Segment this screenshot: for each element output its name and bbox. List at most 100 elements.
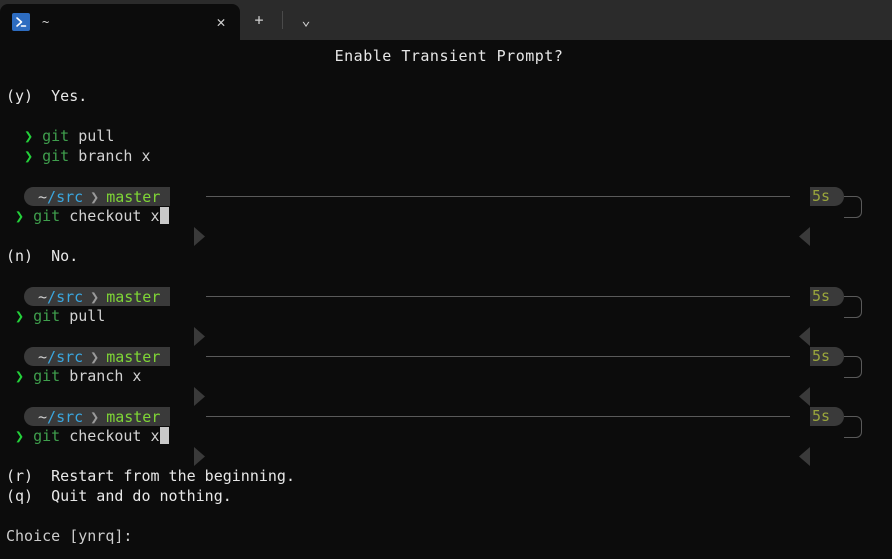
git-branch-label: master: [106, 287, 161, 306]
active-command-line[interactable]: ❯ git checkout x: [0, 426, 892, 446]
option-restart: (r) Restart from the beginning.: [0, 466, 892, 486]
powerline-connector-line: [206, 296, 790, 297]
powerline-connector-line: [206, 196, 790, 197]
option-quit: (q) Quit and do nothing.: [0, 486, 892, 506]
powerline-left-tail-icon: [194, 347, 206, 406]
command-line: ❯ git pull: [0, 306, 892, 326]
command-args: pull: [78, 127, 115, 145]
path-separator: /: [47, 407, 57, 426]
powerline-connector-line: [206, 356, 790, 357]
window-titlebar: ~ ✕ + ⌄: [0, 0, 892, 40]
transient-command-line: ❯ git pull: [0, 126, 892, 146]
path-separator: /: [47, 347, 57, 366]
prompt-arrow-icon: ❯: [15, 367, 25, 385]
git-branch-label: master: [106, 347, 161, 366]
command-name: git: [33, 427, 61, 445]
prompt-arrow-icon: ❯: [15, 207, 25, 225]
powerline-right-segment: 5s: [798, 187, 844, 246]
command-name: git: [33, 307, 61, 325]
segment-separator-icon: ❯: [90, 287, 100, 306]
tabbar-actions: + ⌄: [240, 2, 321, 40]
powerline-left-segment: ~ / src ❯ master: [24, 347, 171, 366]
path-directory: src: [56, 347, 84, 366]
option-no-label: No.: [51, 247, 79, 265]
tabbar-divider: [282, 11, 283, 29]
duration-badge: 5s: [809, 407, 844, 426]
command-name: git: [33, 207, 61, 225]
chevron-down-icon[interactable]: ⌄: [291, 6, 321, 34]
path-tilde: ~: [38, 187, 48, 206]
command-name: git: [33, 367, 61, 385]
powerline-right-segment: 5s: [798, 407, 844, 466]
powerline-prompt-block: ~ / src ❯ master 5s: [0, 186, 892, 246]
powershell-icon: [12, 13, 30, 31]
duration-badge: 5s: [809, 287, 844, 306]
duration-badge: 5s: [809, 187, 844, 206]
prompt-arrow-icon: ❯: [15, 307, 25, 325]
segment-separator-icon: ❯: [90, 407, 100, 426]
powerline-left-segment: ~ / src ❯ master: [24, 287, 171, 306]
command-name: git: [42, 147, 70, 165]
option-restart-label: Restart from the beginning.: [51, 467, 295, 485]
powerline-left-segment: ~ / src ❯ master: [24, 407, 171, 426]
path-directory: src: [56, 187, 84, 206]
path-separator: /: [47, 187, 57, 206]
terminal-screen[interactable]: Enable Transient Prompt? (y) Yes. ❯ git …: [0, 40, 892, 559]
terminal-tab[interactable]: ~ ✕: [0, 4, 240, 40]
transient-command-line: ❯ git branch x: [0, 146, 892, 166]
new-tab-button[interactable]: +: [244, 6, 274, 34]
command-args: branch x: [78, 147, 151, 165]
prompt-arrow-icon: ❯: [15, 427, 25, 445]
prompt-arrow-icon: ❯: [24, 127, 34, 145]
command-line: ❯ git branch x: [0, 366, 892, 386]
path-directory: src: [56, 287, 84, 306]
page-title: Enable Transient Prompt?: [334, 47, 564, 65]
powerline-right-segment: 5s: [798, 287, 844, 346]
text-cursor: [159, 427, 169, 444]
close-icon[interactable]: ✕: [206, 7, 236, 37]
command-args: branch x: [69, 367, 142, 385]
option-yes: (y) Yes.: [0, 86, 892, 106]
powerline-right-head-icon: [798, 187, 810, 246]
option-no: (n) No.: [0, 246, 892, 266]
powerline-prompt-block: ~ / src ❯ master 5s: [0, 406, 892, 466]
option-yes-key: (y): [6, 87, 34, 105]
option-yes-label: Yes.: [51, 87, 88, 105]
command-args: pull: [69, 307, 106, 325]
duration-badge: 5s: [809, 347, 844, 366]
option-quit-key: (q): [6, 487, 34, 505]
active-command-line[interactable]: ❯ git checkout x: [0, 206, 892, 226]
choice-prompt[interactable]: Choice [ynrq]:: [0, 526, 892, 546]
powerline-left-tail-icon: [194, 187, 206, 246]
path-directory: src: [56, 407, 84, 426]
powerline-connector-line: [206, 416, 790, 417]
command-args: checkout x: [69, 427, 160, 445]
powerline-left-segment: ~ / src ❯ master: [24, 187, 171, 206]
option-no-key: (n): [6, 247, 34, 265]
powerline-right-head-icon: [798, 407, 810, 466]
git-branch-label: master: [106, 407, 161, 426]
path-tilde: ~: [38, 287, 48, 306]
segment-separator-icon: ❯: [90, 187, 100, 206]
powerline-right-segment: 5s: [798, 347, 844, 406]
powerline-left-tail-icon: [194, 407, 206, 466]
powerline-prompt-block: ~ / src ❯ master 5s: [0, 346, 892, 406]
path-tilde: ~: [38, 347, 48, 366]
git-branch-label: master: [106, 187, 161, 206]
powerline-prompt-block: ~ / src ❯ master 5s: [0, 286, 892, 346]
segment-separator-icon: ❯: [90, 347, 100, 366]
text-cursor: [159, 207, 169, 224]
path-separator: /: [47, 287, 57, 306]
option-restart-key: (r): [6, 467, 34, 485]
command-name: git: [42, 127, 70, 145]
path-tilde: ~: [38, 407, 48, 426]
powerline-left-tail-icon: [194, 287, 206, 346]
